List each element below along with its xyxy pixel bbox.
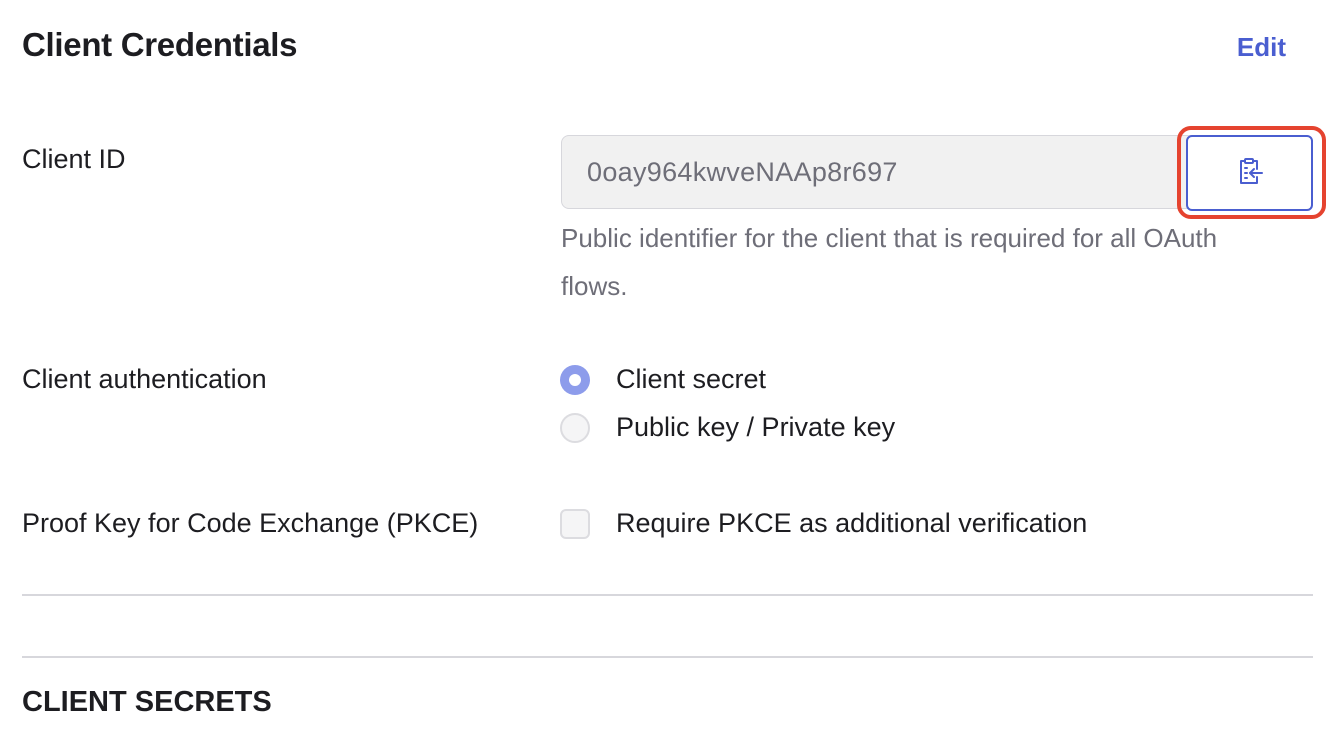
- radio-public-private-key[interactable]: Public key / Private key: [560, 412, 895, 443]
- client-id-label: Client ID: [22, 144, 126, 174]
- radio-checked-icon[interactable]: [560, 364, 590, 395]
- copy-client-id-button[interactable]: [1186, 135, 1313, 211]
- radio-client-secret-label: Client secret: [616, 364, 767, 394]
- pkce-option[interactable]: Require PKCE as additional verification: [560, 508, 1087, 539]
- client-secrets-title: CLIENT SECRETS: [22, 686, 272, 718]
- client-id-help-text: Public identifier for the client that is…: [561, 223, 1218, 301]
- divider: [22, 594, 1313, 596]
- pkce-label: Proof Key for Code Exchange (PKCE): [22, 508, 479, 538]
- radio-unchecked-icon[interactable]: [560, 412, 590, 443]
- pkce-checkbox[interactable]: [560, 508, 590, 539]
- client-credentials-page: Client Credentials Edit Client ID 0oay96…: [0, 0, 1342, 748]
- client-authentication-label: Client authentication: [22, 364, 267, 394]
- section-title: Client Credentials: [22, 26, 298, 63]
- client-id-value: 0oay964kwveNAAp8r697: [587, 156, 898, 187]
- radio-public-private-key-label: Public key / Private key: [616, 412, 896, 442]
- pkce-checkbox-label: Require PKCE as additional verification: [616, 508, 1088, 538]
- radio-client-secret[interactable]: Client secret: [560, 364, 766, 395]
- clipboard-copy-icon: [1237, 157, 1263, 190]
- client-id-field[interactable]: 0oay964kwveNAAp8r697: [561, 135, 1211, 209]
- divider: [22, 656, 1313, 658]
- edit-link[interactable]: Edit: [1237, 32, 1286, 63]
